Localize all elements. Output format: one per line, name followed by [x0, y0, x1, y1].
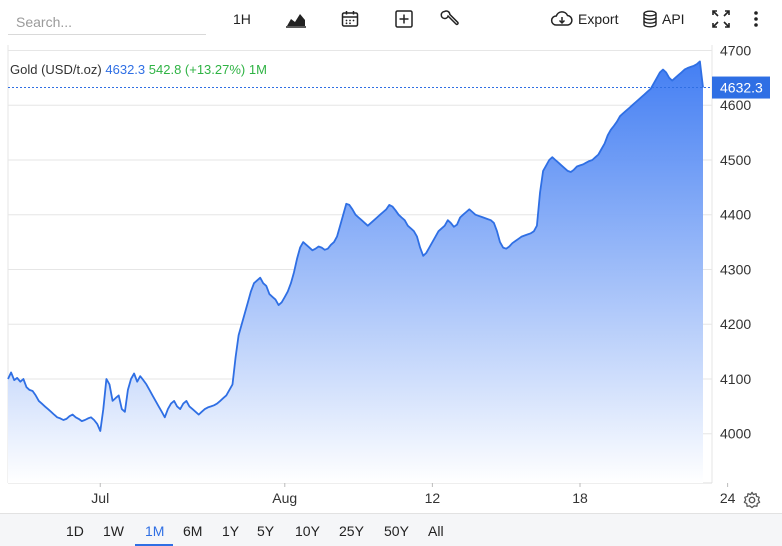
range-button-1w[interactable]: 1W [103, 523, 124, 539]
range-selector-bar: 1D 1W 1M 6M 1Y 5Y 10Y 25Y 50Y All [0, 513, 782, 546]
range-button-1d[interactable]: 1D [66, 523, 84, 539]
price-chart[interactable]: 4000 4100 4200 4300 4400 4500 4600 4700 Jul Aug 1… [0, 40, 782, 513]
export-label: Export [578, 11, 619, 27]
cloud-download-icon [550, 11, 573, 26]
api-label: API [662, 11, 685, 27]
range-button-1m[interactable]: 1M [145, 523, 164, 539]
y-tick-label: 4300 [720, 261, 751, 277]
price-area [8, 61, 703, 484]
interval-selector[interactable]: 1H [233, 8, 251, 30]
range-button-6m[interactable]: 6M [183, 523, 202, 539]
export-button[interactable]: Export [550, 8, 618, 30]
y-tick-label: 4000 [720, 426, 751, 442]
series-price: 4632.3 [105, 62, 146, 77]
chart-type-button[interactable] [285, 8, 307, 30]
chart-area[interactable]: 4000 4100 4200 4300 4400 4500 4600 4700 Jul Aug 1… [0, 40, 782, 513]
series-info: Gold (USD/t.oz) 4632.3 542.8 (+13.27%) 1… [10, 62, 267, 77]
range-button-1y[interactable]: 1Y [222, 523, 239, 539]
series-change: 542.8 (+13.27%) [148, 62, 246, 77]
database-icon [643, 10, 657, 28]
x-tick-label: Jul [91, 490, 109, 506]
wrench-icon [440, 10, 459, 26]
series-symbol: Gold (USD/t.oz) [10, 62, 102, 77]
interval-label: 1H [233, 11, 251, 27]
y-tick-label: 4600 [720, 97, 751, 113]
y-tick-label: 4200 [720, 316, 751, 332]
range-button-all[interactable]: All [428, 523, 444, 539]
calendar-icon [341, 11, 359, 27]
search-input[interactable] [8, 9, 206, 35]
area-chart-icon [286, 14, 306, 28]
range-button-50y[interactable]: 50Y [384, 523, 409, 539]
range-button-5y[interactable]: 5Y [257, 523, 274, 539]
x-tick-label: 24 [720, 490, 736, 506]
range-button-25y[interactable]: 25Y [339, 523, 364, 539]
range-button-10y[interactable]: 10Y [295, 523, 320, 539]
add-indicator-button[interactable] [394, 8, 414, 30]
fullscreen-icon [712, 10, 730, 28]
x-tick-label: 18 [572, 490, 588, 506]
x-tick-label: Aug [272, 490, 297, 506]
settings-gear-icon[interactable] [743, 491, 761, 509]
more-vertical-icon [754, 11, 758, 27]
y-tick-label: 4400 [720, 207, 751, 223]
x-tick-label: 12 [425, 490, 441, 506]
y-tick-label: 4100 [720, 371, 751, 387]
series-period: 1M [248, 62, 267, 77]
y-tick-label: 4700 [720, 42, 751, 58]
plus-square-icon [395, 10, 413, 28]
calendar-button[interactable] [340, 8, 360, 30]
more-menu-button[interactable] [752, 8, 760, 30]
last-price-value: 4632.3 [720, 80, 763, 96]
fullscreen-button[interactable] [711, 8, 731, 30]
last-price-tag: 4632.3 [712, 76, 770, 99]
api-button[interactable]: API [642, 8, 685, 30]
x-axis: Jul Aug 12 18 24 [91, 483, 736, 506]
y-axis: 4000 4100 4200 4300 4400 4500 4600 4700 [720, 42, 751, 441]
top-toolbar: 1H [0, 0, 782, 40]
y-tick-label: 4500 [720, 152, 751, 168]
tools-button[interactable] [440, 8, 460, 30]
